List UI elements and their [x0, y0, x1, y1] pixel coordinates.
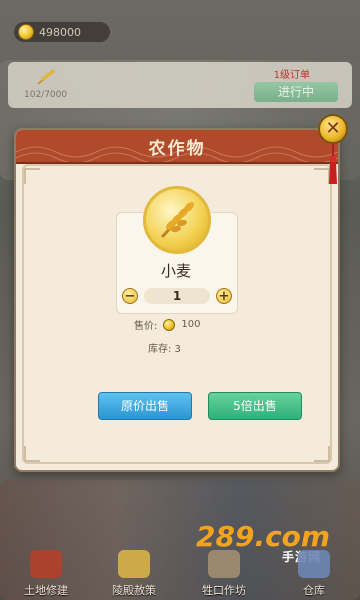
- nav-label: 陵殿赦策: [112, 584, 156, 597]
- corner-ornament: [24, 168, 40, 184]
- warehouse-icon: [298, 550, 330, 578]
- item-name: 小麦: [160, 262, 191, 280]
- corner-ornament: [314, 446, 330, 462]
- order-status-button[interactable]: 进行中: [254, 82, 338, 102]
- nav-item-land-build[interactable]: 土地修建: [8, 548, 84, 600]
- quantity-field[interactable]: 1: [144, 288, 210, 304]
- order-progress: 102/7000: [24, 90, 68, 100]
- order-strip: 102/7000 1级订单 进行中: [8, 62, 352, 108]
- policy-icon: [118, 550, 150, 578]
- wheat-icon: [160, 202, 194, 239]
- coin-icon: [163, 318, 176, 331]
- crop-modal: 农作物 小麦 − 1 + 售价: 100 库存: 3 原价出售 5倍出售: [14, 128, 340, 472]
- quantity-stepper: − 1 +: [120, 288, 234, 306]
- close-icon[interactable]: ✕: [318, 114, 348, 144]
- workshop-icon: [208, 550, 240, 578]
- order-level: 1级订单: [273, 70, 310, 81]
- price-label: 售价:: [134, 321, 158, 332]
- sell-5x-price-button[interactable]: 5倍出售: [208, 392, 302, 420]
- nav-label: 仓库: [303, 584, 325, 597]
- wheat-icon: [37, 69, 55, 85]
- increase-button[interactable]: +: [216, 288, 232, 304]
- nav-item-policy[interactable]: 陵殿赦策: [96, 548, 172, 600]
- wheat-icon: [143, 186, 211, 254]
- price-row: 售价: 100: [134, 317, 200, 332]
- nav-item-workshop[interactable]: 牲口作坊: [186, 548, 262, 600]
- tassel-ornament: [329, 144, 337, 184]
- header-pattern: [16, 146, 338, 162]
- land-build-icon: [30, 550, 62, 578]
- nav-item-warehouse[interactable]: 仓库: [276, 548, 352, 600]
- sell-original-price-button[interactable]: 原价出售: [98, 392, 192, 420]
- decrease-button[interactable]: −: [122, 288, 138, 304]
- bottom-nav: 土地修建 陵殿赦策 牲口作坊 仓库: [0, 548, 360, 600]
- coin-icon: [18, 24, 34, 40]
- nav-label: 土地修建: [24, 584, 68, 597]
- price-value: 100: [181, 319, 201, 330]
- modal-header: 农作物: [16, 130, 338, 164]
- coin-balance: 498000: [14, 22, 110, 42]
- corner-ornament: [314, 168, 330, 184]
- coin-amount: 498000: [39, 25, 81, 39]
- stock-count: 库存: 3: [148, 344, 181, 355]
- corner-ornament: [24, 446, 40, 462]
- nav-label: 牲口作坊: [202, 584, 246, 597]
